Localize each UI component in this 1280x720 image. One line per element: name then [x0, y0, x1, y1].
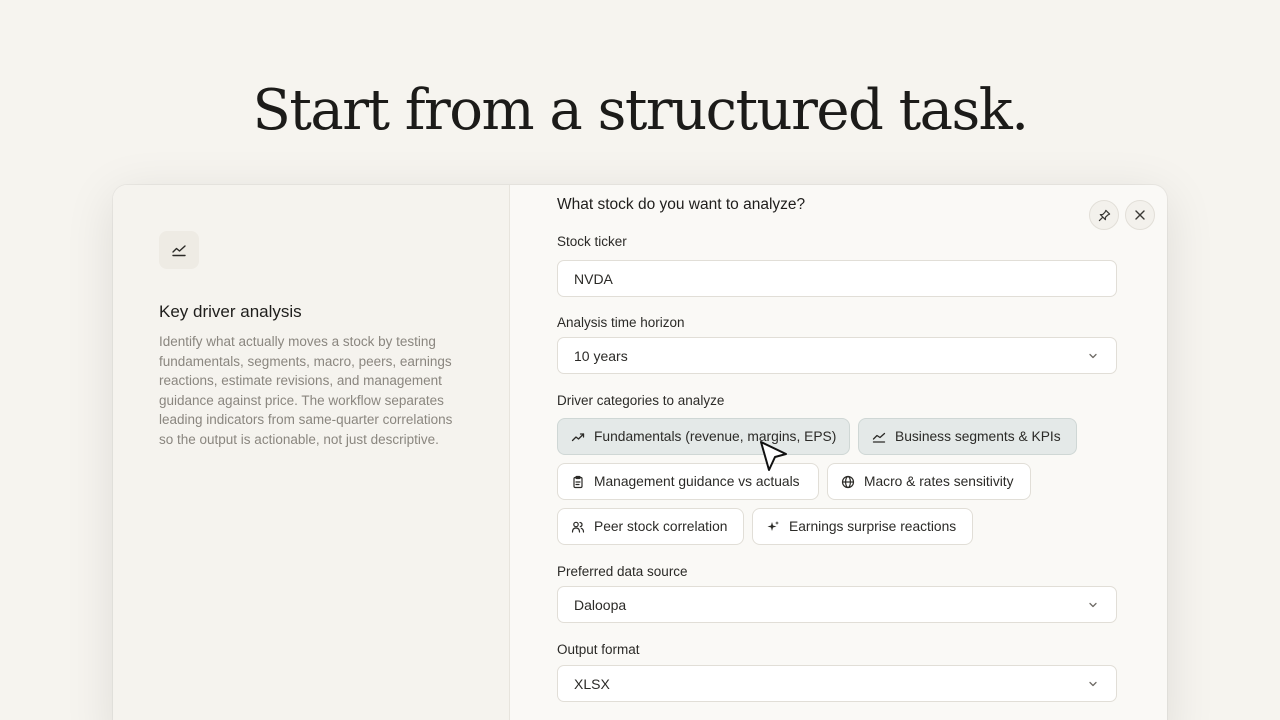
chip-label: Management guidance vs actuals: [594, 474, 800, 489]
chevron-down-icon: [1089, 681, 1097, 686]
output-value: XLSX: [574, 675, 610, 692]
source-label: Preferred data source: [557, 564, 688, 579]
ticker-label: Stock ticker: [557, 234, 627, 249]
horizon-value: 10 years: [574, 347, 628, 364]
drivers-label: Driver categories to analyze: [557, 393, 725, 408]
source-value: Daloopa: [574, 596, 627, 613]
chip-fundamentals[interactable]: Fundamentals (revenue, margins, EPS): [557, 418, 850, 455]
horizon-label: Analysis time horizon: [557, 315, 685, 330]
ticker-input[interactable]: NVDA: [557, 260, 1117, 297]
page-headline: Start from a structured task.: [252, 78, 1029, 143]
ticker-value: NVDA: [574, 270, 613, 287]
task-form: What stock do you want to analyze? Stock…: [511, 185, 1167, 720]
chip-label: Business segments & KPIs: [895, 429, 1061, 444]
chip-label: Fundamentals (revenue, margins, EPS): [594, 429, 837, 444]
chevron-down-icon: [1089, 602, 1097, 607]
close-button[interactable]: [1125, 200, 1155, 230]
form-question: What stock do you want to analyze?: [557, 196, 806, 213]
source-select[interactable]: Daloopa: [557, 586, 1117, 623]
close-icon: [1135, 210, 1145, 220]
chip-label: Peer stock correlation: [594, 519, 728, 534]
task-description: Identify what actually moves a stock by …: [159, 334, 453, 447]
task-window: Key driver analysis Identify what actual…: [113, 185, 1167, 720]
chip-earnings-surprise[interactable]: Earnings surprise reactions: [752, 508, 973, 545]
chip-label: Macro & rates sensitivity: [864, 474, 1014, 489]
trend-up-icon: [570, 429, 586, 445]
pin-button[interactable]: [1089, 200, 1119, 230]
mouse-cursor-icon: [760, 441, 787, 471]
task-info-panel: Key driver analysis Identify what actual…: [113, 185, 510, 720]
area-chart-icon: [871, 429, 887, 445]
output-select[interactable]: XLSX: [557, 665, 1117, 702]
chip-business-segments[interactable]: Business segments & KPIs: [858, 418, 1077, 455]
sparkles-icon: [765, 519, 781, 535]
chip-label: Earnings surprise reactions: [789, 519, 957, 534]
trend-chart-icon: [159, 231, 199, 269]
horizon-select[interactable]: 10 years: [557, 337, 1117, 374]
task-title: Key driver analysis: [159, 302, 302, 321]
users-icon: [570, 519, 586, 535]
globe-icon: [840, 474, 856, 490]
output-label: Output format: [557, 642, 640, 657]
pin-icon: [1098, 209, 1110, 221]
clipboard-icon: [570, 474, 586, 490]
chip-peer-correlation[interactable]: Peer stock correlation: [557, 508, 744, 545]
chevron-down-icon: [1089, 353, 1097, 358]
chip-macro-rates[interactable]: Macro & rates sensitivity: [827, 463, 1031, 500]
